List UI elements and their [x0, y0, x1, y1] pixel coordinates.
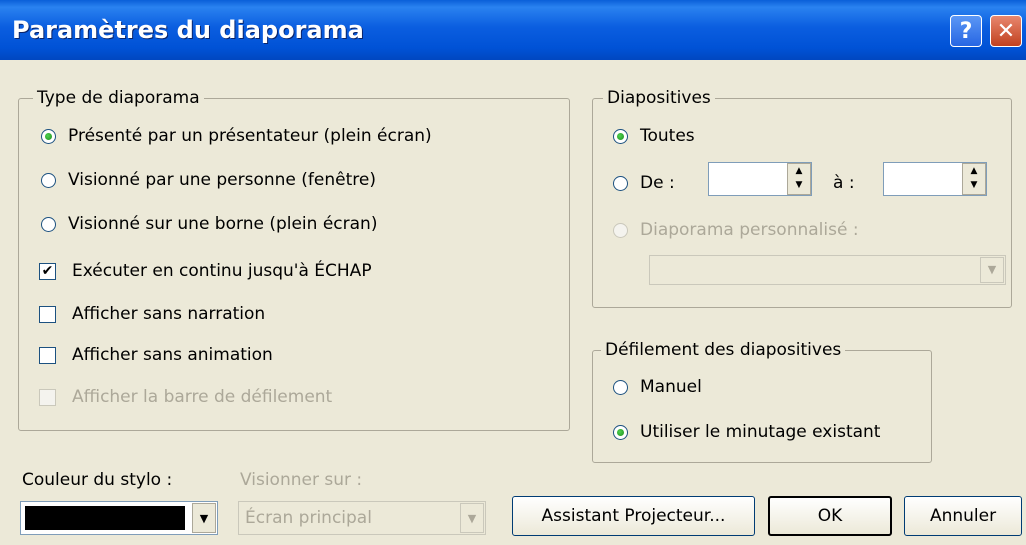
- radio-presenter-label: Présenté par un présentateur (plein écra…: [68, 126, 432, 146]
- checkbox-no-narration-label: Afficher sans narration: [72, 304, 266, 324]
- checkbox-no-animation-box[interactable]: [39, 346, 56, 364]
- radio-presenter[interactable]: Présenté par un présentateur (plein écra…: [41, 126, 432, 146]
- radio-custom-show: Diaporama personnalisé :: [613, 220, 859, 240]
- radio-individual[interactable]: Visionné par une personne (fenêtre): [41, 170, 376, 190]
- custom-show-select: ▼: [649, 255, 1006, 285]
- checkbox-loop-box[interactable]: ✔: [39, 262, 56, 280]
- checkbox-no-animation[interactable]: Afficher sans animation: [39, 345, 273, 365]
- radio-manual-button[interactable]: [613, 379, 628, 395]
- radio-from[interactable]: De :: [613, 173, 675, 193]
- radio-kiosk-button[interactable]: [41, 216, 56, 232]
- chevron-down-icon: ▼: [460, 503, 484, 533]
- from-slide-spinner[interactable]: ▲ ▼: [787, 163, 811, 195]
- pen-color-select[interactable]: ▼: [20, 501, 218, 535]
- radio-use-timings-label: Utiliser le minutage existant: [640, 422, 881, 442]
- close-icon: ✕: [996, 18, 1016, 44]
- cancel-button[interactable]: Annuler: [904, 496, 1022, 536]
- slideshow-type-group: Type de diaporama Présenté par un présen…: [18, 88, 570, 431]
- advance-group: Défilement des diapositives Manuel Utili…: [592, 340, 932, 463]
- spin-up-icon[interactable]: ▲: [788, 164, 810, 178]
- checkbox-scrollbar-label: Afficher la barre de défilement: [72, 387, 333, 407]
- to-slide-spinner[interactable]: ▲ ▼: [962, 163, 986, 195]
- chevron-down-icon[interactable]: ▼: [192, 503, 216, 533]
- checkbox-loop[interactable]: ✔ Exécuter en continu jusqu'à ÉCHAP: [39, 261, 372, 281]
- show-on-select: Écran principal ▼: [238, 501, 486, 535]
- checkbox-scrollbar-box: [39, 388, 56, 406]
- checkbox-no-animation-label: Afficher sans animation: [72, 345, 273, 365]
- radio-custom-show-label: Diaporama personnalisé :: [640, 220, 859, 240]
- radio-all-slides-button[interactable]: [613, 128, 628, 144]
- checkbox-loop-label: Exécuter en continu jusqu'à ÉCHAP: [72, 261, 372, 281]
- radio-kiosk-label: Visionné sur une borne (plein écran): [68, 214, 378, 234]
- radio-all-slides-label: Toutes: [640, 126, 695, 146]
- advance-legend: Défilement des diapositives: [601, 340, 846, 360]
- radio-individual-label: Visionné par une personne (fenêtre): [68, 170, 376, 190]
- pen-color-label: Couleur du stylo :: [22, 470, 173, 490]
- pen-color-swatch: [25, 506, 185, 530]
- radio-use-timings[interactable]: Utiliser le minutage existant: [613, 422, 880, 442]
- slides-legend: Diapositives: [603, 88, 715, 108]
- radio-all-slides[interactable]: Toutes: [613, 126, 695, 146]
- help-button[interactable]: ?: [950, 15, 982, 47]
- radio-individual-button[interactable]: [41, 172, 56, 188]
- radio-manual[interactable]: Manuel: [613, 377, 702, 397]
- projector-wizard-button[interactable]: Assistant Projecteur...: [512, 496, 755, 536]
- spin-down-icon[interactable]: ▼: [788, 178, 810, 192]
- checkbox-scrollbar: Afficher la barre de défilement: [39, 387, 332, 407]
- spin-up-icon[interactable]: ▲: [963, 164, 985, 178]
- radio-manual-label: Manuel: [640, 377, 702, 397]
- window-title: Paramètres du diaporama: [12, 16, 364, 44]
- radio-from-label: De :: [640, 173, 675, 193]
- show-on-label: Visionner sur :: [240, 470, 363, 490]
- radio-kiosk[interactable]: Visionné sur une borne (plein écran): [41, 214, 377, 234]
- help-icon: ?: [959, 18, 973, 44]
- to-label: à :: [833, 173, 855, 193]
- radio-use-timings-button[interactable]: [613, 424, 628, 440]
- close-button[interactable]: ✕: [990, 15, 1022, 47]
- ok-button[interactable]: OK: [768, 496, 892, 536]
- show-on-value: Écran principal: [245, 508, 372, 528]
- chevron-down-icon: ▼: [980, 257, 1004, 283]
- radio-presenter-button[interactable]: [41, 128, 56, 144]
- spin-down-icon[interactable]: ▼: [963, 178, 985, 192]
- radio-custom-show-button: [613, 222, 628, 238]
- checkbox-no-narration-box[interactable]: [39, 305, 56, 323]
- radio-from-button[interactable]: [613, 175, 628, 191]
- slides-group: Diapositives Toutes De : ▲ ▼ à : ▲ ▼ Dia…: [592, 88, 1012, 308]
- from-slide-input[interactable]: ▲ ▼: [708, 162, 812, 196]
- to-slide-input[interactable]: ▲ ▼: [883, 162, 987, 196]
- checkbox-no-narration[interactable]: Afficher sans narration: [39, 304, 265, 324]
- slideshow-type-legend: Type de diaporama: [33, 88, 204, 108]
- title-bar: Paramètres du diaporama ? ✕: [0, 0, 1026, 60]
